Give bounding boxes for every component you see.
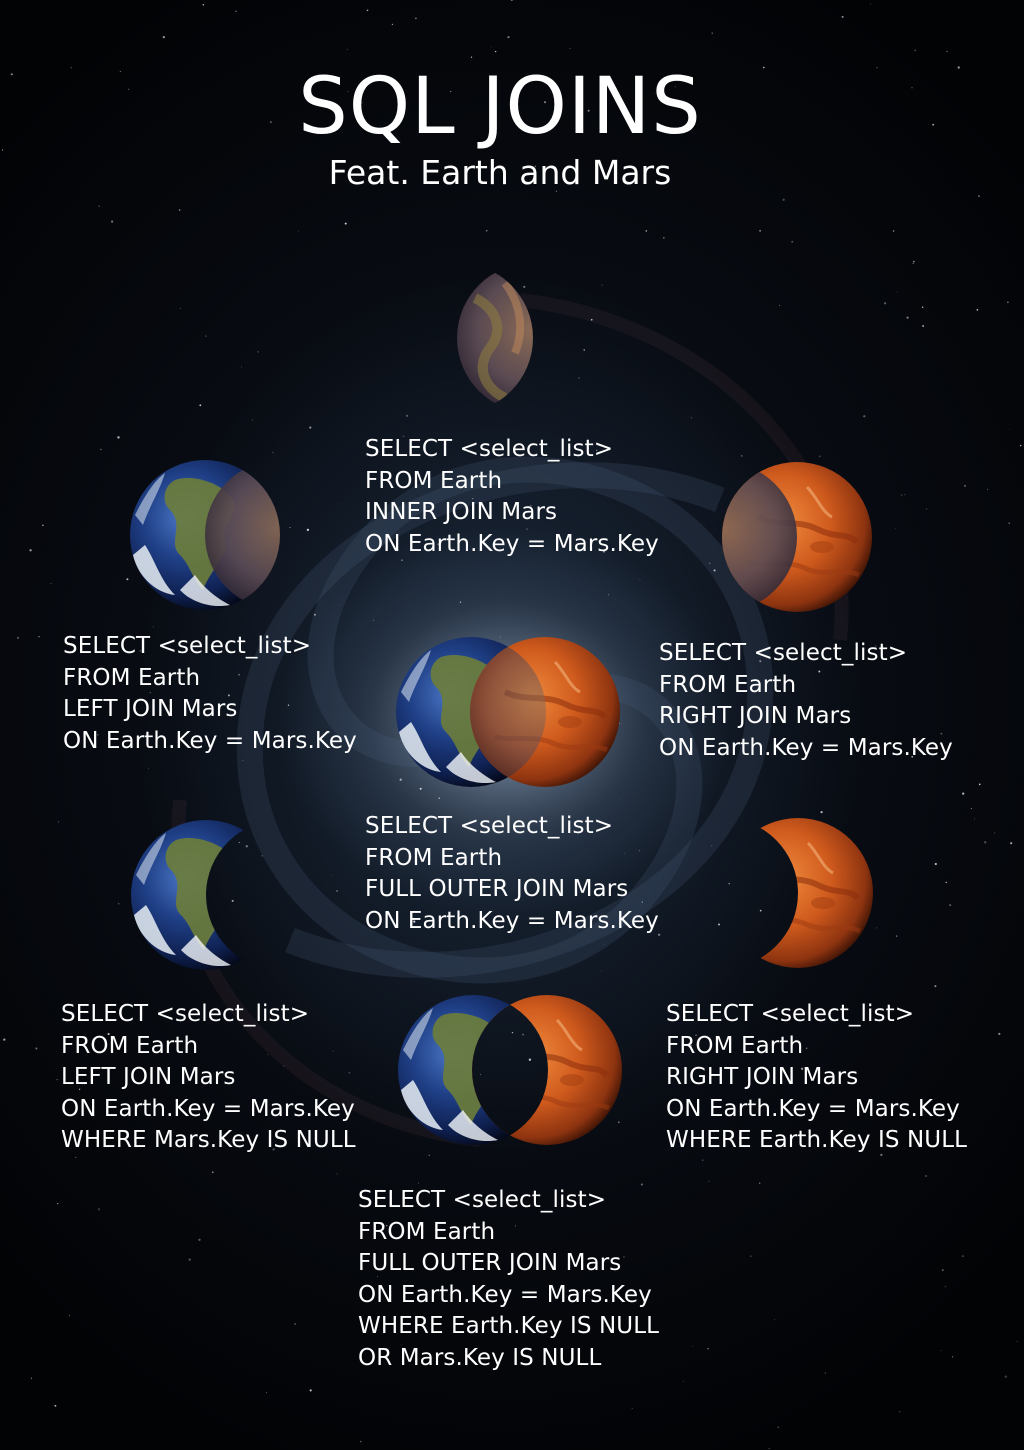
query-line: FULL OUTER JOIN Mars	[365, 876, 629, 902]
full-outer-excluding-join-query: SELECT <select_list> FROM Earth FULL OUT…	[358, 1185, 659, 1374]
left-join-diagram	[130, 460, 280, 610]
query-line: SELECT <select_list>	[63, 633, 312, 659]
inner-join-query: SELECT <select_list> FROM Earth INNER JO…	[365, 434, 659, 560]
intersection-region	[205, 460, 280, 610]
query-line: WHERE Earth.Key IS NULL	[358, 1313, 660, 1339]
intersection-region	[457, 263, 533, 413]
left-excluding-join-query: SELECT <select_list> FROM Earth LEFT JOI…	[61, 999, 356, 1157]
query-line: FROM Earth	[365, 844, 503, 871]
query-line: FROM Earth	[61, 1032, 199, 1059]
full-join-diagram	[396, 637, 620, 787]
poster: SQL JOINS Feat. Earth and Mars SELECT <s…	[0, 0, 1024, 1450]
right-excluding-join-query: SELECT <select_list> FROM Earth RIGHT JO…	[666, 999, 967, 1157]
query-line: ON Earth.Key = Mars.Key	[358, 1281, 652, 1308]
query-line: SELECT <select_list>	[365, 436, 614, 462]
query-line: FULL OUTER JOIN Mars	[358, 1250, 622, 1276]
query-line: ON Earth.Key = Mars.Key	[365, 530, 659, 557]
query-line: INNER JOIN Mars	[365, 499, 558, 525]
query-line: ON Earth.Key = Mars.Key	[659, 734, 953, 761]
right-excluding-join-diagram	[723, 818, 873, 968]
query-line: SELECT <select_list>	[61, 1001, 310, 1027]
right-join-diagram	[722, 462, 872, 612]
query-line: FROM Earth	[358, 1218, 496, 1245]
intersection-region	[722, 462, 797, 612]
query-line: LEFT JOIN Mars	[63, 696, 238, 722]
query-line: ON Earth.Key = Mars.Key	[666, 1095, 960, 1122]
query-line: SELECT <select_list>	[666, 1001, 915, 1027]
left-join-query: SELECT <select_list> FROM Earth LEFT JOI…	[63, 631, 357, 757]
right-join-query: SELECT <select_list> FROM Earth RIGHT JO…	[659, 638, 953, 764]
query-line: ON Earth.Key = Mars.Key	[365, 907, 659, 934]
query-line: FROM Earth	[659, 671, 797, 698]
full-outer-join-query: SELECT <select_list> FROM Earth FULL OUT…	[365, 811, 659, 937]
query-line: FROM Earth	[63, 664, 201, 691]
full-excluding-join-diagram	[398, 995, 622, 1145]
query-line: FROM Earth	[666, 1032, 804, 1059]
query-line: SELECT <select_list>	[358, 1187, 607, 1213]
query-line: OR Mars.Key IS NULL	[358, 1344, 602, 1371]
query-line: RIGHT JOIN Mars	[666, 1064, 859, 1090]
query-line: ON Earth.Key = Mars.Key	[61, 1095, 355, 1122]
query-line: WHERE Earth.Key IS NULL	[666, 1127, 968, 1153]
inner-join-diagram	[457, 263, 533, 413]
query-line: WHERE Mars.Key IS NULL	[61, 1127, 356, 1153]
query-line: ON Earth.Key = Mars.Key	[63, 727, 357, 754]
query-line: RIGHT JOIN Mars	[659, 703, 852, 729]
query-line: SELECT <select_list>	[659, 640, 908, 666]
left-excluding-join-diagram	[131, 820, 281, 970]
query-line: SELECT <select_list>	[365, 813, 614, 839]
query-line: LEFT JOIN Mars	[61, 1064, 236, 1090]
query-line: FROM Earth	[365, 467, 503, 494]
